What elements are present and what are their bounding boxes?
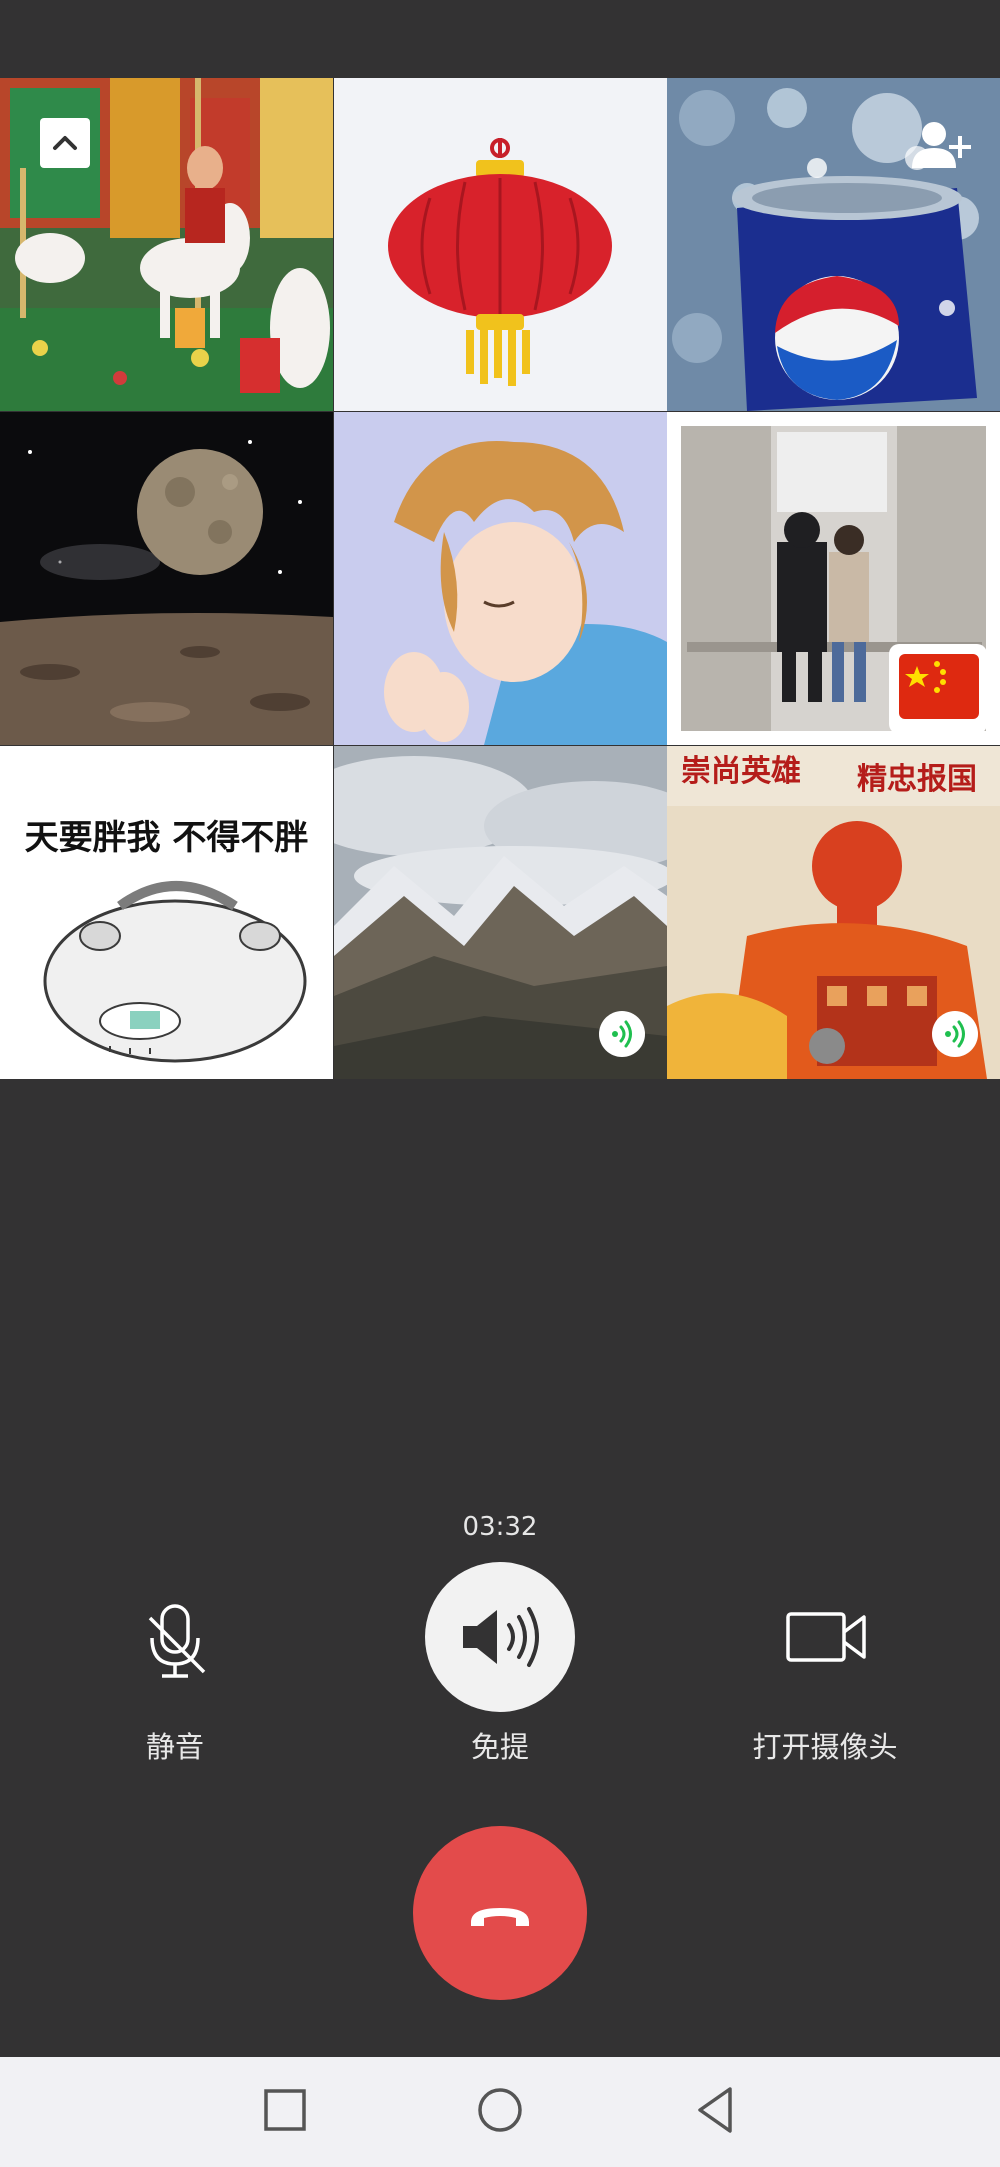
mute-label: 静音 — [145, 1730, 204, 1764]
participant-tile-6[interactable] — [667, 412, 1000, 745]
participant-avatar — [667, 412, 1000, 745]
participant-tile-1[interactable] — [0, 78, 333, 411]
video-camera-icon — [786, 1612, 866, 1662]
participant-avatar — [334, 412, 667, 745]
participant-avatar — [0, 412, 333, 745]
participant-avatar — [334, 78, 667, 411]
camera-label: 打开摄像头 — [752, 1730, 898, 1764]
participant-tile-4[interactable] — [0, 412, 333, 745]
back-button[interactable] — [680, 2075, 750, 2145]
participant-tile-8[interactable] — [334, 746, 667, 1079]
recent-apps-button[interactable] — [250, 2075, 320, 2145]
meme-caption: 天要胖我 不得不胖 — [24, 818, 309, 858]
participant-tile-9[interactable]: 崇尚英雄 精忠报国 — [667, 746, 1000, 1079]
mute-button[interactable]: 静音 — [65, 1562, 285, 1764]
speaking-indicator — [599, 1011, 645, 1057]
poster-caption-right: 精忠报国 — [857, 762, 977, 797]
triangle-back-icon — [698, 2087, 732, 2133]
speaker-label: 免提 — [470, 1730, 529, 1764]
chevron-up-icon — [53, 136, 77, 150]
voice-call-screen: 天要胖我 不得不胖 崇尚英雄 精忠报国 03:32 静音 免提 打开摄像头 — [0, 0, 1000, 2167]
participant-tile-7[interactable]: 天要胖我 不得不胖 — [0, 746, 333, 1079]
voice-wave-icon — [612, 1020, 632, 1048]
participant-grid: 天要胖我 不得不胖 崇尚英雄 精忠报国 — [0, 78, 1000, 1079]
add-person-icon — [912, 122, 971, 168]
microphone-off-icon — [148, 1604, 206, 1678]
speaker-icon — [425, 1562, 575, 1712]
add-member-button[interactable] — [908, 118, 978, 174]
participant-tile-5[interactable] — [334, 412, 667, 745]
hang-up-button[interactable] — [413, 1826, 587, 2000]
home-button[interactable] — [465, 2075, 535, 2145]
participant-avatar — [0, 746, 333, 1079]
phone-hangup-icon — [471, 1908, 529, 1926]
system-navigation-bar — [0, 2057, 1000, 2167]
poster-caption-left: 崇尚英雄 — [681, 754, 801, 789]
participant-tile-2[interactable] — [334, 78, 667, 411]
square-icon — [264, 2089, 306, 2131]
circle-icon — [478, 2088, 522, 2132]
collapse-button[interactable] — [40, 118, 90, 168]
speaking-indicator — [932, 1011, 978, 1057]
participant-tile-3[interactable] — [667, 78, 1000, 411]
speaker-button[interactable]: 免提 — [390, 1562, 610, 1764]
camera-button[interactable]: 打开摄像头 — [715, 1562, 935, 1764]
call-timer: 03:32 — [462, 1512, 538, 1542]
voice-wave-icon — [945, 1020, 965, 1048]
